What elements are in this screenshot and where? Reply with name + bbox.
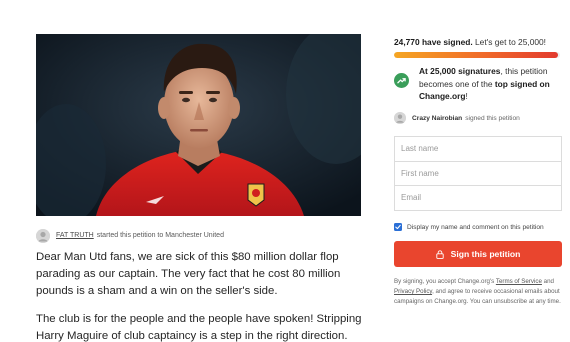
recent-signer: Crazy Nairobian signed this petition — [394, 111, 520, 125]
user-icon — [36, 228, 50, 243]
milestone-notice: At 25,000 signatures, this petition beco… — [394, 65, 560, 103]
sign-form — [394, 136, 562, 211]
starter-author-link[interactable]: FAT TRUTH — [56, 232, 94, 239]
milestone-text: At 25,000 signatures, this petition beco… — [419, 65, 560, 103]
description-paragraph: The club is for the people and the peopl… — [36, 313, 362, 342]
petition-hero-image — [36, 34, 361, 216]
recent-signer-action: signed this petition — [465, 114, 520, 122]
milestone-lead: At 25,000 signatures — [419, 66, 501, 76]
email-input[interactable] — [394, 185, 562, 211]
user-icon — [394, 112, 406, 124]
signature-goal-text: Let's get to 25,000! — [475, 37, 546, 47]
first-name-input[interactable] — [394, 160, 562, 186]
signature-progress-bar — [394, 52, 560, 58]
lock-icon — [435, 249, 444, 259]
last-name-input[interactable] — [394, 136, 562, 162]
recent-signer-name: Crazy Nairobian — [412, 114, 463, 122]
sign-petition-button[interactable]: Sign this petition — [394, 241, 562, 267]
checkmark-icon — [395, 224, 401, 230]
display-name-label: Display my name and comment on this peti… — [407, 223, 544, 231]
petition-description: Dear Man Utd fans, we are sick of this $… — [36, 249, 366, 342]
display-name-checkbox[interactable] — [394, 223, 402, 231]
recent-signer-avatar — [394, 112, 406, 124]
trending-up-icon — [394, 73, 409, 88]
petition-starter-line: FAT TRUTH started this petition to Manch… — [36, 228, 224, 243]
signature-count: 24,770 have signed. Let's get to 25,000! — [394, 37, 546, 47]
description-paragraph: Dear Man Utd fans, we are sick of this $… — [36, 251, 341, 297]
display-name-option[interactable]: Display my name and comment on this peti… — [394, 223, 544, 231]
legal-prefix: By signing, you accept Change.org's — [394, 278, 496, 285]
starter-avatar — [36, 228, 50, 243]
starter-action-text: started this petition to Manchester Unit… — [96, 232, 224, 239]
privacy-policy-link[interactable]: Privacy Policy — [394, 288, 432, 295]
footballer-photo — [36, 34, 361, 216]
signature-progress-fill — [394, 52, 559, 58]
signature-count-number: 24,770 have signed. — [394, 37, 473, 47]
terms-of-service-link[interactable]: Terms of Service — [496, 278, 542, 285]
milestone-tail: ! — [465, 91, 468, 101]
sign-petition-label: Sign this petition — [450, 249, 521, 259]
legal-and: and — [541, 278, 554, 285]
legal-notice: By signing, you accept Change.org's Term… — [394, 277, 562, 308]
